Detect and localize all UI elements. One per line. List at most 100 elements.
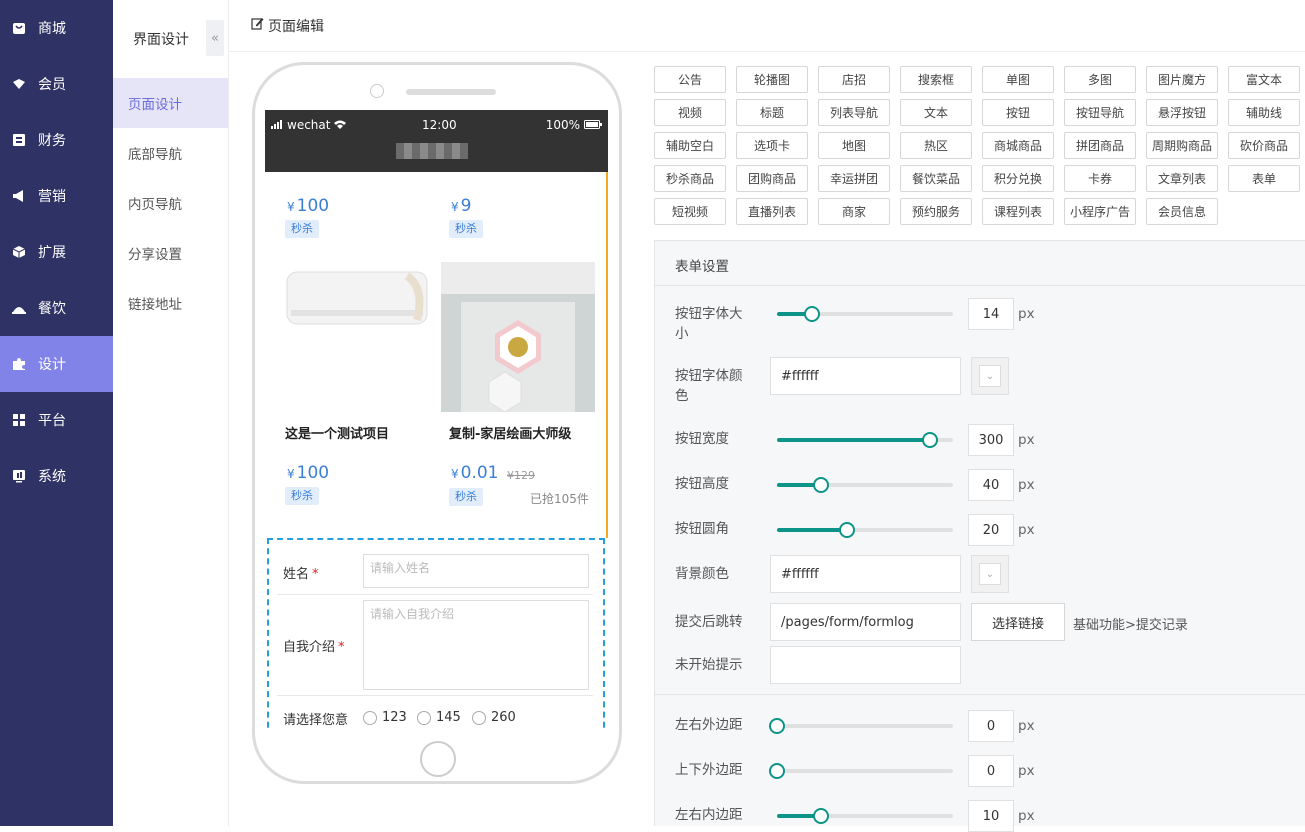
radio-option[interactable]: 123 xyxy=(363,710,407,725)
component-button[interactable]: 悬浮按钮 xyxy=(1146,99,1218,126)
nav-item-platform[interactable]: 平台 xyxy=(0,392,113,448)
not-started-input[interactable] xyxy=(770,646,961,684)
component-button[interactable]: 文章列表 xyxy=(1146,165,1218,192)
product-price: ¥100 xyxy=(287,196,330,216)
radius-slider[interactable] xyxy=(777,522,953,538)
radio-option[interactable]: 145 xyxy=(417,710,461,725)
bg-color-input[interactable]: #ffffff xyxy=(770,555,961,593)
nav-item-member[interactable]: 会员 xyxy=(0,56,113,112)
slider-handle[interactable] xyxy=(804,306,821,322)
component-button[interactable]: 预约服务 xyxy=(900,198,972,225)
component-button[interactable]: 多图 xyxy=(1064,66,1136,93)
font-color-picker[interactable]: ⌄ xyxy=(971,357,1009,395)
name-input[interactable]: 请输入姓名 xyxy=(363,554,589,588)
store-icon xyxy=(12,21,26,35)
component-button[interactable]: 辅助线 xyxy=(1228,99,1300,126)
radio-label: 请选择您意 xyxy=(283,713,349,728)
component-button[interactable]: 公告 xyxy=(654,66,726,93)
slider-handle[interactable] xyxy=(813,808,829,824)
intro-textarea[interactable]: 请输入自我介绍 xyxy=(363,600,589,690)
component-button[interactable]: 团购商品 xyxy=(736,165,808,192)
nav-item-design[interactable]: 设计 xyxy=(0,336,113,392)
product-title: 复制-家居绘画大师级 xyxy=(449,427,572,442)
margin-tb-slider[interactable] xyxy=(769,763,953,779)
radio-circle-icon xyxy=(417,710,431,725)
component-button[interactable]: 轮播图 xyxy=(736,66,808,93)
component-button[interactable]: 按钮导航 xyxy=(1064,99,1136,126)
slider-handle[interactable] xyxy=(839,522,856,538)
radius-input[interactable]: 20 xyxy=(968,514,1014,546)
component-button[interactable]: 富文本 xyxy=(1228,66,1300,93)
component-button[interactable]: 短视频 xyxy=(654,198,726,225)
nav-item-marketing[interactable]: 营销 xyxy=(0,168,113,224)
component-button[interactable]: 搜索框 xyxy=(900,66,972,93)
component-button[interactable]: 图片魔方 xyxy=(1146,66,1218,93)
nav-item-finance[interactable]: 财务 xyxy=(0,112,113,168)
width-slider[interactable] xyxy=(777,432,953,448)
component-button[interactable]: 按钮 xyxy=(982,99,1054,126)
redirect-input[interactable]: /pages/form/formlog xyxy=(770,603,961,641)
component-button[interactable]: 拼团商品 xyxy=(1064,132,1136,159)
component-button[interactable]: 商城商品 xyxy=(982,132,1054,159)
padding-lr-input[interactable]: 10 xyxy=(968,800,1014,832)
margin-lr-input[interactable]: 0 xyxy=(968,710,1014,742)
collapse-button[interactable]: « xyxy=(206,20,224,56)
slider-handle[interactable] xyxy=(769,718,785,734)
component-button[interactable]: 秒杀商品 xyxy=(654,165,726,192)
margin-lr-slider[interactable] xyxy=(769,718,953,734)
component-button[interactable]: 积分兑换 xyxy=(982,165,1054,192)
slider-handle[interactable] xyxy=(813,477,829,493)
component-button[interactable]: 选项卡 xyxy=(736,132,808,159)
nav-item-dining[interactable]: 餐饮 xyxy=(0,280,113,336)
original-price: ¥129 xyxy=(507,469,535,482)
component-button[interactable]: 直播列表 xyxy=(736,198,808,225)
component-button[interactable]: 单图 xyxy=(982,66,1054,93)
dining-icon xyxy=(12,301,26,315)
select-link-button[interactable]: 选择链接 xyxy=(971,603,1065,641)
grid-icon xyxy=(12,413,26,427)
radio-option[interactable]: 260 xyxy=(472,710,516,725)
component-button[interactable]: 辅助空白 xyxy=(654,132,726,159)
bg-color-picker[interactable]: ⌄ xyxy=(971,555,1009,593)
component-button[interactable]: 地图 xyxy=(818,132,890,159)
padding-lr-slider[interactable] xyxy=(777,808,953,824)
component-button[interactable]: 热区 xyxy=(900,132,972,159)
battery-icon xyxy=(584,118,602,132)
component-button[interactable]: 餐饮菜品 xyxy=(900,165,972,192)
width-input[interactable]: 300 xyxy=(968,424,1014,456)
component-button[interactable]: 周期购商品 xyxy=(1146,132,1218,159)
component-button[interactable]: 卡券 xyxy=(1064,165,1136,192)
component-button[interactable]: 标题 xyxy=(736,99,808,126)
margin-tb-input[interactable]: 0 xyxy=(968,755,1014,787)
subnav-item-inner-nav[interactable]: 内页导航 xyxy=(113,178,228,228)
slider-handle[interactable] xyxy=(922,432,939,448)
component-button[interactable]: 视频 xyxy=(654,99,726,126)
radius-label: 按钮圆角 xyxy=(675,521,729,537)
component-button[interactable]: 砍价商品 xyxy=(1228,132,1300,159)
component-button[interactable]: 课程列表 xyxy=(982,198,1054,225)
height-slider[interactable] xyxy=(777,477,953,493)
subnav-item-share-settings[interactable]: 分享设置 xyxy=(113,228,228,278)
component-button[interactable]: 小程序广告 xyxy=(1064,198,1136,225)
subnav-item-page-design[interactable]: 页面设计 xyxy=(113,78,228,128)
page-header: 页面编辑 xyxy=(229,0,1305,52)
font-size-input[interactable]: 14 xyxy=(968,298,1014,330)
font-color-input[interactable]: #ffffff xyxy=(770,357,961,395)
nav-item-system[interactable]: 系统 xyxy=(0,448,113,504)
nav-item-extension[interactable]: 扩展 xyxy=(0,224,113,280)
height-input[interactable]: 40 xyxy=(968,469,1014,501)
subnav-item-bottom-nav[interactable]: 底部导航 xyxy=(113,128,228,178)
component-button[interactable]: 店招 xyxy=(818,66,890,93)
nav-item-store[interactable]: 商城 xyxy=(0,0,113,56)
component-button[interactable]: 商家 xyxy=(818,198,890,225)
component-button[interactable]: 会员信息 xyxy=(1146,198,1218,225)
slider-handle[interactable] xyxy=(769,763,785,779)
flash-sale-tag: 秒杀 xyxy=(285,220,319,238)
component-button[interactable]: 文本 xyxy=(900,99,972,126)
secondary-sidebar: 界面设计 « 页面设计 底部导航 内页导航 分享设置 链接地址 xyxy=(113,0,229,826)
subnav-item-link-address[interactable]: 链接地址 xyxy=(113,278,228,328)
component-button[interactable]: 表单 xyxy=(1228,165,1300,192)
component-button[interactable]: 列表导航 xyxy=(818,99,890,126)
component-button[interactable]: 幸运拼团 xyxy=(818,165,890,192)
font-size-slider[interactable] xyxy=(777,306,953,322)
